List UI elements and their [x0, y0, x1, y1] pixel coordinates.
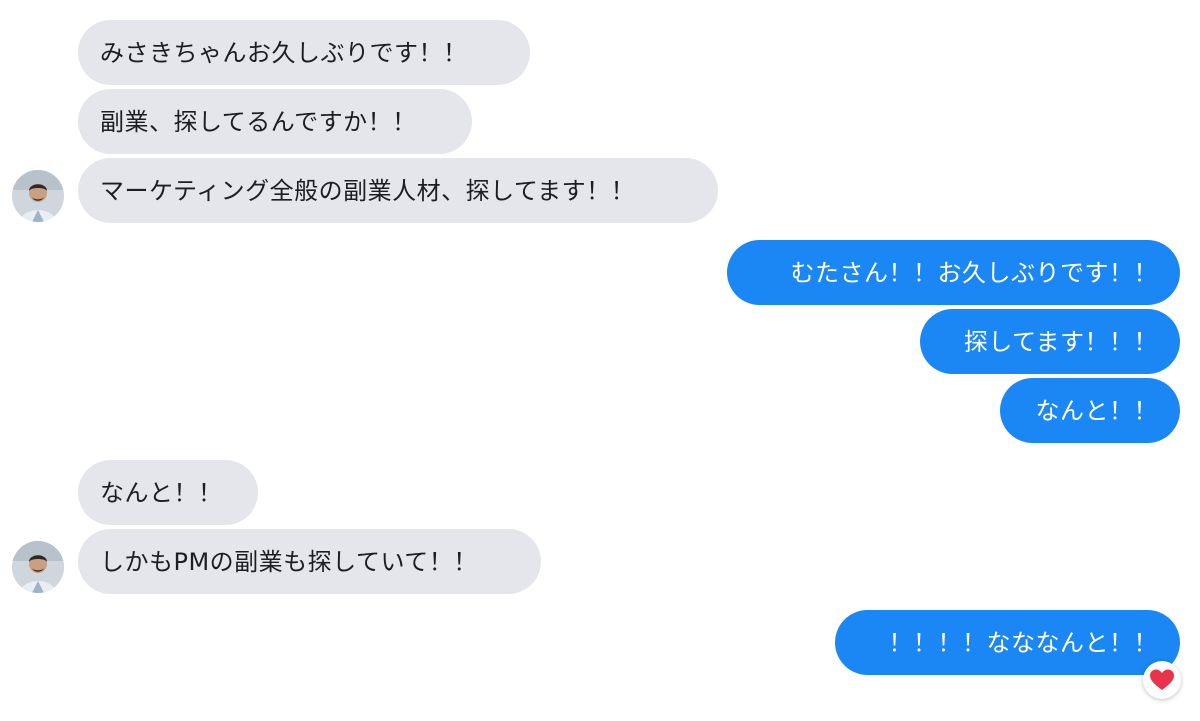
message-reaction[interactable]	[1143, 661, 1181, 699]
heart-icon	[1150, 669, 1174, 690]
outgoing-message-bubble[interactable]: なんと！！	[1000, 378, 1180, 443]
person-photo-icon	[12, 541, 64, 593]
avatar[interactable]	[12, 541, 64, 593]
person-photo-icon	[12, 170, 64, 222]
incoming-message-bubble[interactable]: マーケティング全般の副業人材、探してます！！	[78, 158, 718, 223]
incoming-message-bubble[interactable]: しかもPMの副業も探していて！！	[78, 529, 541, 594]
avatar[interactable]	[12, 170, 64, 222]
outgoing-message-bubble[interactable]: 探してます！！！	[920, 309, 1180, 374]
incoming-message-bubble[interactable]: みさきちゃんお久しぶりです！！	[78, 20, 530, 85]
outgoing-message-bubble[interactable]: むたさん！！お久しぶりです！！	[727, 240, 1180, 305]
incoming-message-bubble[interactable]: なんと！！	[78, 460, 258, 525]
outgoing-message-bubble[interactable]: ！！！！なななんと！！	[835, 610, 1180, 675]
incoming-message-bubble[interactable]: 副業、探してるんですか！！	[78, 89, 472, 154]
